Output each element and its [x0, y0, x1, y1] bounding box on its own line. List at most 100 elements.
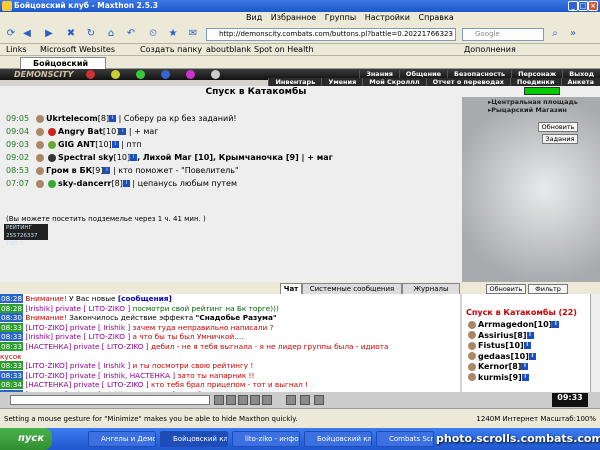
- online-user[interactable]: gedaas[10] i: [466, 352, 536, 362]
- history-icon[interactable]: ⏲: [146, 27, 160, 41]
- chat-text[interactable]: [LITO-ZIKO] private [ Irishik, НАСТЕНКА …: [25, 371, 175, 380]
- info-icon[interactable]: i: [552, 321, 560, 328]
- chat-text[interactable]: [Irishik] private [ LITO-ZIKO ]: [25, 332, 130, 341]
- chat-time[interactable]: 08:33: [0, 361, 24, 371]
- tab-chat[interactable]: Чат: [280, 283, 302, 294]
- leaf-icon[interactable]: [136, 70, 145, 79]
- chat-time[interactable]: 08:28: [0, 294, 24, 303]
- chat-text[interactable]: [LITO-ZIKO] private [ Irishik ]: [25, 323, 130, 332]
- zoom-level[interactable]: Масштаб:100%: [540, 415, 596, 423]
- close-button[interactable]: ×: [588, 1, 598, 11]
- search-go-icon[interactable]: ⌕: [548, 27, 562, 41]
- info-icon[interactable]: i: [521, 363, 529, 370]
- info-icon[interactable]: i: [111, 141, 119, 148]
- player-nick[interactable]: GIG ANT: [58, 140, 95, 149]
- mail-icon[interactable]: ✉: [186, 27, 200, 41]
- spot-on-health-link[interactable]: Spot on Health: [254, 44, 314, 56]
- search-input[interactable]: Google: [462, 28, 544, 41]
- smile-icon[interactable]: [238, 395, 248, 405]
- chat-time[interactable]: 08:33: [0, 370, 24, 380]
- chat-time[interactable]: 08:34: [0, 380, 24, 390]
- nav-character[interactable]: Персонаж: [511, 70, 562, 78]
- chat-time[interactable]: 08:33: [0, 322, 24, 332]
- player-nick[interactable]: Ukrtelecom: [46, 114, 98, 123]
- online-user[interactable]: Fistus[10] i: [466, 341, 531, 351]
- send-icon[interactable]: [214, 395, 224, 405]
- chat-input[interactable]: [10, 395, 210, 405]
- nav-knowledge[interactable]: Знания: [359, 70, 399, 78]
- nav-skills[interactable]: Умения: [321, 78, 362, 86]
- scroll-lock-icon[interactable]: [314, 395, 324, 405]
- shield-icon[interactable]: [211, 70, 220, 79]
- info-icon[interactable]: i: [521, 373, 529, 381]
- player-nick[interactable]: Angry Bat: [58, 127, 103, 136]
- nav-chat[interactable]: Общение: [398, 70, 447, 78]
- chat-settings-icon[interactable]: [286, 395, 296, 405]
- info-icon[interactable]: i: [109, 115, 117, 122]
- chat-time[interactable]: 08:33: [0, 332, 24, 342]
- minimize-button[interactable]: _: [568, 1, 578, 11]
- refresh-icon[interactable]: ⟳: [4, 27, 18, 41]
- chat-text[interactable]: [LITO-ZIKO] private [ Irishik ]: [25, 361, 130, 370]
- aboutblank-link[interactable]: aboutblank: [206, 44, 251, 56]
- sound-icon[interactable]: [300, 395, 310, 405]
- address-bar[interactable]: http://demonscity.combats.com/buttons.pl…: [206, 28, 456, 41]
- online-refresh-button[interactable]: Обновить: [486, 284, 526, 294]
- forward-icon[interactable]: ▶: [42, 27, 56, 41]
- info-icon[interactable]: i: [103, 167, 111, 174]
- favorites-icon[interactable]: ★: [166, 27, 180, 41]
- task-button[interactable]: Combats Screensh...: [376, 431, 434, 447]
- chat-time[interactable]: 08:33: [0, 341, 24, 351]
- exit-knight-shop[interactable]: ▸Рыцарский Магазин: [488, 106, 578, 114]
- online-user[interactable]: Kernor[8] i: [466, 362, 529, 372]
- nav-exit[interactable]: Выход: [562, 70, 600, 78]
- nav-security[interactable]: Безопасность: [447, 70, 511, 78]
- translit-icon[interactable]: [250, 395, 260, 405]
- chat-scrollbar[interactable]: [590, 294, 600, 392]
- menu-help[interactable]: Справка: [419, 13, 454, 22]
- home-icon[interactable]: ⌂: [104, 27, 118, 41]
- links-folder[interactable]: Links: [6, 44, 27, 56]
- magic-icon[interactable]: [186, 70, 195, 79]
- menu-favorites[interactable]: Избранное: [271, 13, 316, 22]
- refresh-button[interactable]: Обновить: [538, 122, 578, 132]
- tab-combats[interactable]: Бойцовский клуб: [20, 57, 106, 79]
- task-button[interactable]: lito-ziko - информ...: [232, 431, 300, 447]
- menu-settings[interactable]: Настройки: [365, 13, 410, 22]
- player-nick[interactable]: sky-dancerr: [58, 179, 112, 188]
- chat-text[interactable]: [Irishik] private [ LITO-ZIKO ]: [25, 304, 130, 313]
- chat-text[interactable]: [НАСТЕНКА] private [ LITO-ZIKO ]: [25, 380, 148, 389]
- tab-logs[interactable]: Журналы: [402, 283, 460, 294]
- start-button[interactable]: пуск: [0, 428, 52, 450]
- stop-icon[interactable]: ✖: [64, 27, 78, 41]
- toolbar-more-icon[interactable]: »: [566, 27, 580, 41]
- ms-websites-link[interactable]: Microsoft Websites: [40, 44, 115, 56]
- chat-time[interactable]: 08:28: [0, 303, 24, 313]
- info-icon[interactable]: i: [526, 331, 534, 339]
- info-icon[interactable]: i: [528, 352, 536, 360]
- info-icon[interactable]: i: [119, 128, 127, 135]
- nav-transfers[interactable]: Отчет о переводах: [425, 78, 510, 86]
- task-button[interactable]: Бойцовский клуб...: [160, 431, 228, 447]
- clear-icon[interactable]: [226, 395, 236, 405]
- reload-icon[interactable]: ↻: [84, 27, 98, 41]
- addons-link[interactable]: Дополнения: [464, 44, 516, 56]
- nav-scroll[interactable]: Мой Скроллл: [362, 78, 425, 86]
- task-button[interactable]: Ангелы и Демон...: [88, 431, 156, 447]
- nav-inventory[interactable]: Инвентарь: [268, 78, 321, 86]
- info-icon[interactable]: i: [523, 342, 531, 349]
- fire-icon[interactable]: [86, 70, 95, 79]
- menu-view[interactable]: Вид: [246, 13, 262, 22]
- online-user[interactable]: kurmis[9] i: [466, 373, 529, 383]
- nav-profile[interactable]: Анкета: [560, 78, 600, 86]
- create-folder-link[interactable]: Создать папку: [140, 44, 202, 56]
- undo-icon[interactable]: ↶: [124, 27, 138, 41]
- chat-text[interactable]: [НАСТЕНКА] private [ LITO-ZIKO ]: [25, 342, 148, 351]
- task-button[interactable]: Бойцовский клуб...: [304, 431, 372, 447]
- online-filter-button[interactable]: Фильтр: [528, 284, 568, 294]
- tab-system-messages[interactable]: Системные сообщения: [302, 283, 402, 294]
- water-icon[interactable]: [161, 70, 170, 79]
- menu-groups[interactable]: Группы: [325, 13, 356, 22]
- player-nick[interactable]: Spectral sky: [58, 153, 114, 162]
- player-nick[interactable]: Гром в БК: [46, 166, 92, 175]
